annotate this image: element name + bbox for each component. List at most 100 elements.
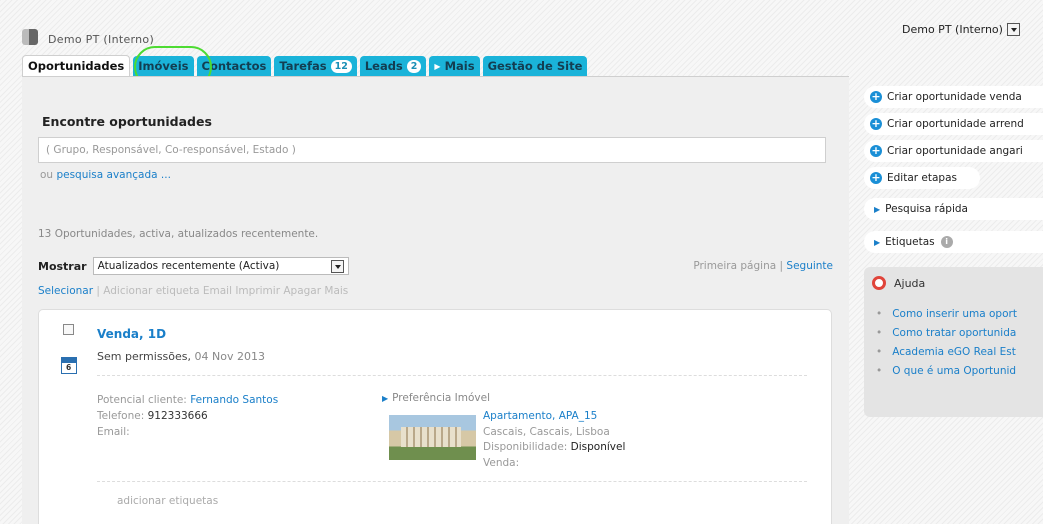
bulk-actions: Selecionar | Adicionar etiqueta Email Im… [38, 285, 348, 297]
plus-icon: + [870, 117, 882, 130]
brand: Demo PT (Interno) [22, 27, 154, 46]
lifebuoy-icon [872, 276, 886, 290]
quick-search-label: Pesquisa rápida [885, 203, 968, 215]
caret-right-icon: ▶ [874, 237, 881, 247]
caret-right-icon: ▶ [874, 204, 881, 214]
tab-label: Leads [364, 59, 403, 73]
create-sale-button[interactable]: + Criar oportunidade venda [864, 86, 1043, 108]
advanced-search: ou pesquisa avançada ... [40, 169, 171, 181]
select-link[interactable]: Selecionar [38, 285, 93, 297]
create-rent-label: Criar oportunidade arrend [887, 118, 1024, 130]
logo-icon [22, 28, 38, 45]
count-badge: 2 [406, 59, 422, 73]
pref-heading: Preferência Imóvel [392, 392, 491, 404]
search-placeholder: ( Grupo, Responsável, Co-responsável, Es… [46, 144, 296, 156]
phone-value: 912333666 [147, 410, 208, 422]
show-select[interactable]: Atualizados recentemente (Activa) [92, 257, 349, 275]
tab-mais[interactable]: ▶ Mais [429, 56, 480, 76]
advanced-search-link[interactable]: pesquisa avançada ... [56, 169, 170, 181]
quick-search-toggle[interactable]: ▶ Pesquisa rápida [864, 198, 1043, 220]
bulk-actions-disabled: Adicionar etiqueta Email Imprimir Apagar… [103, 285, 349, 297]
email-label: Email: [97, 426, 130, 438]
brand-name: Demo PT (Interno) [48, 33, 155, 46]
chevron-down-icon[interactable] [1006, 23, 1020, 36]
plus-icon: + [870, 144, 882, 157]
phone-label: Telefone: [97, 410, 145, 422]
client-name-link[interactable]: Fernando Santos [190, 394, 278, 406]
availability-label: Disponibilidade: [483, 441, 568, 453]
help-link[interactable]: Academia eGO Real Est [892, 346, 1016, 358]
tab-gestao-site[interactable]: Gestão de Site [482, 56, 588, 76]
next-page-link[interactable]: Seguinte [786, 260, 833, 272]
help-link[interactable]: Como tratar oportunida [892, 327, 1016, 339]
help-link[interactable]: O que é uma Oportunid [892, 365, 1016, 377]
tab-tarefas[interactable]: Tarefas 12 [274, 56, 357, 76]
help-links: Como inserir uma oport Como tratar oport… [876, 305, 1017, 381]
property-link[interactable]: Apartamento, APA_15 [483, 410, 597, 422]
help-title: Ajuda [872, 276, 925, 290]
chevron-down-icon[interactable] [330, 259, 344, 273]
divider [97, 481, 807, 482]
availability-value: Disponível [570, 441, 626, 453]
sale-label: Venda: [483, 456, 520, 469]
main-panel: Encontre oportunidades ( Grupo, Responsá… [22, 76, 849, 524]
account-select-value: Demo PT (Interno) [902, 23, 1003, 36]
info-icon[interactable]: i [940, 236, 953, 248]
search-input[interactable]: ( Grupo, Responsável, Co-responsável, Es… [38, 137, 826, 163]
client-label: Potencial cliente: [97, 394, 187, 406]
list-item: Academia eGO Real Est [876, 343, 1017, 362]
create-rent-button[interactable]: + Criar oportunidade arrend [864, 113, 1043, 135]
help-panel: Ajuda Como inserir uma oport Como tratar… [864, 267, 1043, 417]
create-sale-label: Criar oportunidade venda [887, 91, 1022, 103]
client-info: Potencial cliente: Fernando Santos Telef… [97, 392, 278, 440]
main-tabs: Oportunidades Imóveis Contactos Tarefas 1… [22, 55, 590, 76]
adv-prefix: ou [40, 169, 54, 181]
list-item: Como tratar oportunida [876, 324, 1017, 343]
tab-label: Mais [444, 59, 475, 73]
property-info: Apartamento, APA_15 Cascais, Cascais, Li… [483, 409, 625, 471]
tab-label: Gestão de Site [487, 59, 583, 73]
opportunity-date: 04 Nov 2013 [194, 350, 265, 363]
edit-stages-button[interactable]: + Editar etapas [864, 167, 980, 189]
edit-stages-label: Editar etapas [887, 172, 958, 184]
labels-label: Etiquetas [885, 236, 935, 248]
property-thumbnail[interactable] [389, 415, 476, 460]
add-tags-link[interactable]: adicionar etiquetas [117, 495, 218, 507]
create-acquisition-button[interactable]: + Criar oportunidade angari [864, 140, 1043, 162]
calendar-day: 6 [66, 363, 72, 372]
permissions-text: Sem permissões, [97, 350, 191, 363]
labels-toggle[interactable]: ▶ Etiquetas i [864, 231, 1043, 253]
pager-separator: | [779, 260, 784, 272]
show-label: Mostrar [38, 259, 87, 273]
plus-icon: + [870, 90, 882, 103]
list-item: Como inserir uma oport [876, 305, 1017, 324]
help-link[interactable]: Como inserir uma oport [892, 308, 1017, 320]
results-count: 13 Oportunidades, activa, atualizados re… [38, 228, 319, 240]
pager: Primeira página | Seguinte [693, 260, 833, 272]
first-page[interactable]: Primeira página [693, 260, 776, 272]
caret-right-icon: ▶ [382, 394, 389, 403]
tab-leads[interactable]: Leads 2 [359, 56, 427, 76]
property-location: Cascais, Cascais, Lisboa [483, 425, 610, 438]
select-checkbox[interactable] [63, 324, 74, 335]
calendar-icon: 6 [61, 357, 77, 374]
property-preference-toggle[interactable]: ▶ Preferência Imóvel [382, 392, 490, 404]
count-badge: 12 [330, 59, 352, 73]
list-item: O que é uma Oportunid [876, 362, 1017, 381]
permissions-line: Sem permissões, 04 Nov 2013 [97, 350, 265, 363]
caret-right-icon: ▶ [434, 61, 441, 71]
search-title: Encontre oportunidades [42, 114, 212, 129]
tab-label: Oportunidades [28, 59, 125, 73]
show-filter: Mostrar Atualizados recentemente (Activa… [38, 257, 349, 275]
actions-separator: | [96, 285, 100, 297]
opportunity-title-link[interactable]: Venda, 1D [97, 327, 166, 341]
help-title-text: Ajuda [894, 276, 926, 290]
divider [97, 375, 807, 376]
tab-oportunidades[interactable]: Oportunidades [22, 55, 131, 76]
opportunity-card: 6 Venda, 1D Sem permissões, 04 Nov 2013 … [38, 309, 832, 524]
show-select-value: Atualizados recentemente (Activa) [97, 260, 280, 272]
create-acq-label: Criar oportunidade angari [887, 145, 1023, 157]
account-select[interactable]: Demo PT (Interno) [902, 23, 1020, 36]
tab-label: Tarefas [279, 59, 327, 73]
plus-icon: + [870, 171, 882, 184]
